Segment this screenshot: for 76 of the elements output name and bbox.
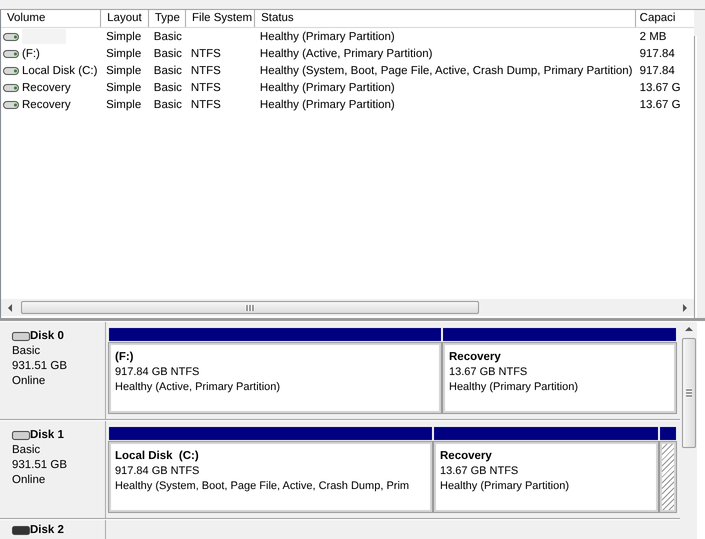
disk-type: Basic xyxy=(12,443,40,458)
column-header[interactable]: Capaci xyxy=(636,10,694,27)
right-arrow-icon[interactable] xyxy=(682,304,688,312)
table-cell: Simple xyxy=(106,30,142,42)
partition-name: (F:) xyxy=(115,350,134,365)
table-cell: 917.84 xyxy=(640,48,675,60)
table-cell: Simple xyxy=(106,64,142,76)
table-cell: Healthy (Primary Partition) xyxy=(260,82,395,94)
disk-name: Disk 2 xyxy=(30,523,64,538)
table-cell: Healthy (Active, Primary Partition) xyxy=(260,48,432,60)
table-cell: 2 MB xyxy=(640,30,666,42)
disk-name: Disk 0 xyxy=(30,329,64,344)
blank-cell xyxy=(22,29,66,44)
table-cell: Simple xyxy=(106,82,142,94)
left-arrow-icon[interactable] xyxy=(7,304,13,312)
table-cell: Simple xyxy=(106,98,142,110)
disk-size: 931.51 GB xyxy=(12,359,67,374)
column-header[interactable]: Status xyxy=(255,10,636,27)
partition-box[interactable]: Local Disk (C:) 917.84 GB NTFS Healthy (System, Boot, Page File, Active, Crash Dump, Prim xyxy=(109,442,432,512)
column-header[interactable]: File System xyxy=(186,10,256,27)
scroll-thumb[interactable] xyxy=(21,301,479,314)
table-cell: Basic xyxy=(154,30,182,42)
drive-icon xyxy=(3,66,19,76)
table-cell: NTFS xyxy=(190,64,221,76)
table-cell: NTFS xyxy=(190,82,221,94)
table-cell: Healthy (Primary Partition) xyxy=(260,30,395,42)
vertical-scrollbar[interactable] xyxy=(680,322,697,539)
partition-bar xyxy=(660,427,676,440)
partition-name: Recovery xyxy=(440,449,492,464)
partition-name: Local Disk (C:) xyxy=(115,449,199,464)
table-cell: Healthy (Primary Partition) xyxy=(260,98,395,110)
column-header[interactable]: Layout xyxy=(101,10,149,27)
table-cell: NTFS xyxy=(190,48,221,60)
column-header[interactable]: Type xyxy=(148,10,186,27)
disk-name: Disk 1 xyxy=(30,428,64,443)
table-cell: Recovery xyxy=(22,98,71,110)
table-cell: 13.67 G xyxy=(640,98,681,110)
drive-icon xyxy=(3,48,19,58)
table-cell: 13.67 G xyxy=(640,82,681,94)
partition-size: 13.67 GB NTFS xyxy=(440,464,518,479)
table-cell: Basic xyxy=(154,98,182,110)
column-header[interactable]: Volume xyxy=(1,10,102,27)
table-cell: Basic xyxy=(154,64,182,76)
disk-status: Online xyxy=(12,374,46,389)
partition-size: 13.67 GB NTFS xyxy=(449,365,528,380)
table-cell: Basic xyxy=(154,82,182,94)
partition-box[interactable]: (F:) 917.84 GB NTFS Healthy (Active, Primary Partition) xyxy=(109,343,441,413)
hatched-partition[interactable] xyxy=(660,442,676,512)
disk-size: 931.51 GB xyxy=(12,458,67,473)
table-cell: (F:) xyxy=(22,48,40,60)
drive-icon xyxy=(3,32,19,42)
grip-icon xyxy=(246,304,254,310)
up-arrow-icon[interactable] xyxy=(684,326,692,332)
partition-status: Healthy (System, Boot, Page File, Active, Crash Dump, Prim xyxy=(115,479,410,494)
partition-size: 917.84 GB NTFS xyxy=(115,464,200,479)
partition-status: Healthy (Primary Partition) xyxy=(440,479,569,494)
grip-icon xyxy=(686,389,692,397)
partition-status: Healthy (Primary Partition) xyxy=(449,380,578,395)
scroll-thumb[interactable] xyxy=(682,338,696,448)
partition-box[interactable]: Recovery 13.67 GB NTFS Healthy (Primary Partition) xyxy=(434,442,658,512)
table-cell: NTFS xyxy=(190,98,221,110)
table-cell: Local Disk (C:) xyxy=(22,64,98,76)
horizontal-scrollbar[interactable] xyxy=(1,299,694,316)
table-cell: Healthy (System, Boot, Page File, Active, Crash Dump, Primary Partition) xyxy=(260,64,633,76)
partition-box[interactable]: Recovery 13.67 GB NTFS Healthy (Primary Partition) xyxy=(443,343,676,413)
table-cell: Simple xyxy=(106,48,142,60)
drive-icon xyxy=(3,82,19,92)
table-cell: 917.84 xyxy=(640,64,675,76)
drive-icon xyxy=(3,100,19,110)
table-cell: Basic xyxy=(154,48,182,60)
table-cell: Recovery xyxy=(22,82,71,94)
partition-name: Recovery xyxy=(449,350,501,365)
partition-size: 917.84 GB NTFS xyxy=(115,365,200,380)
disk-status: Online xyxy=(12,473,46,488)
disk-type: Basic xyxy=(12,344,40,359)
partition-status: Healthy (Active, Primary Partition) xyxy=(115,380,280,395)
